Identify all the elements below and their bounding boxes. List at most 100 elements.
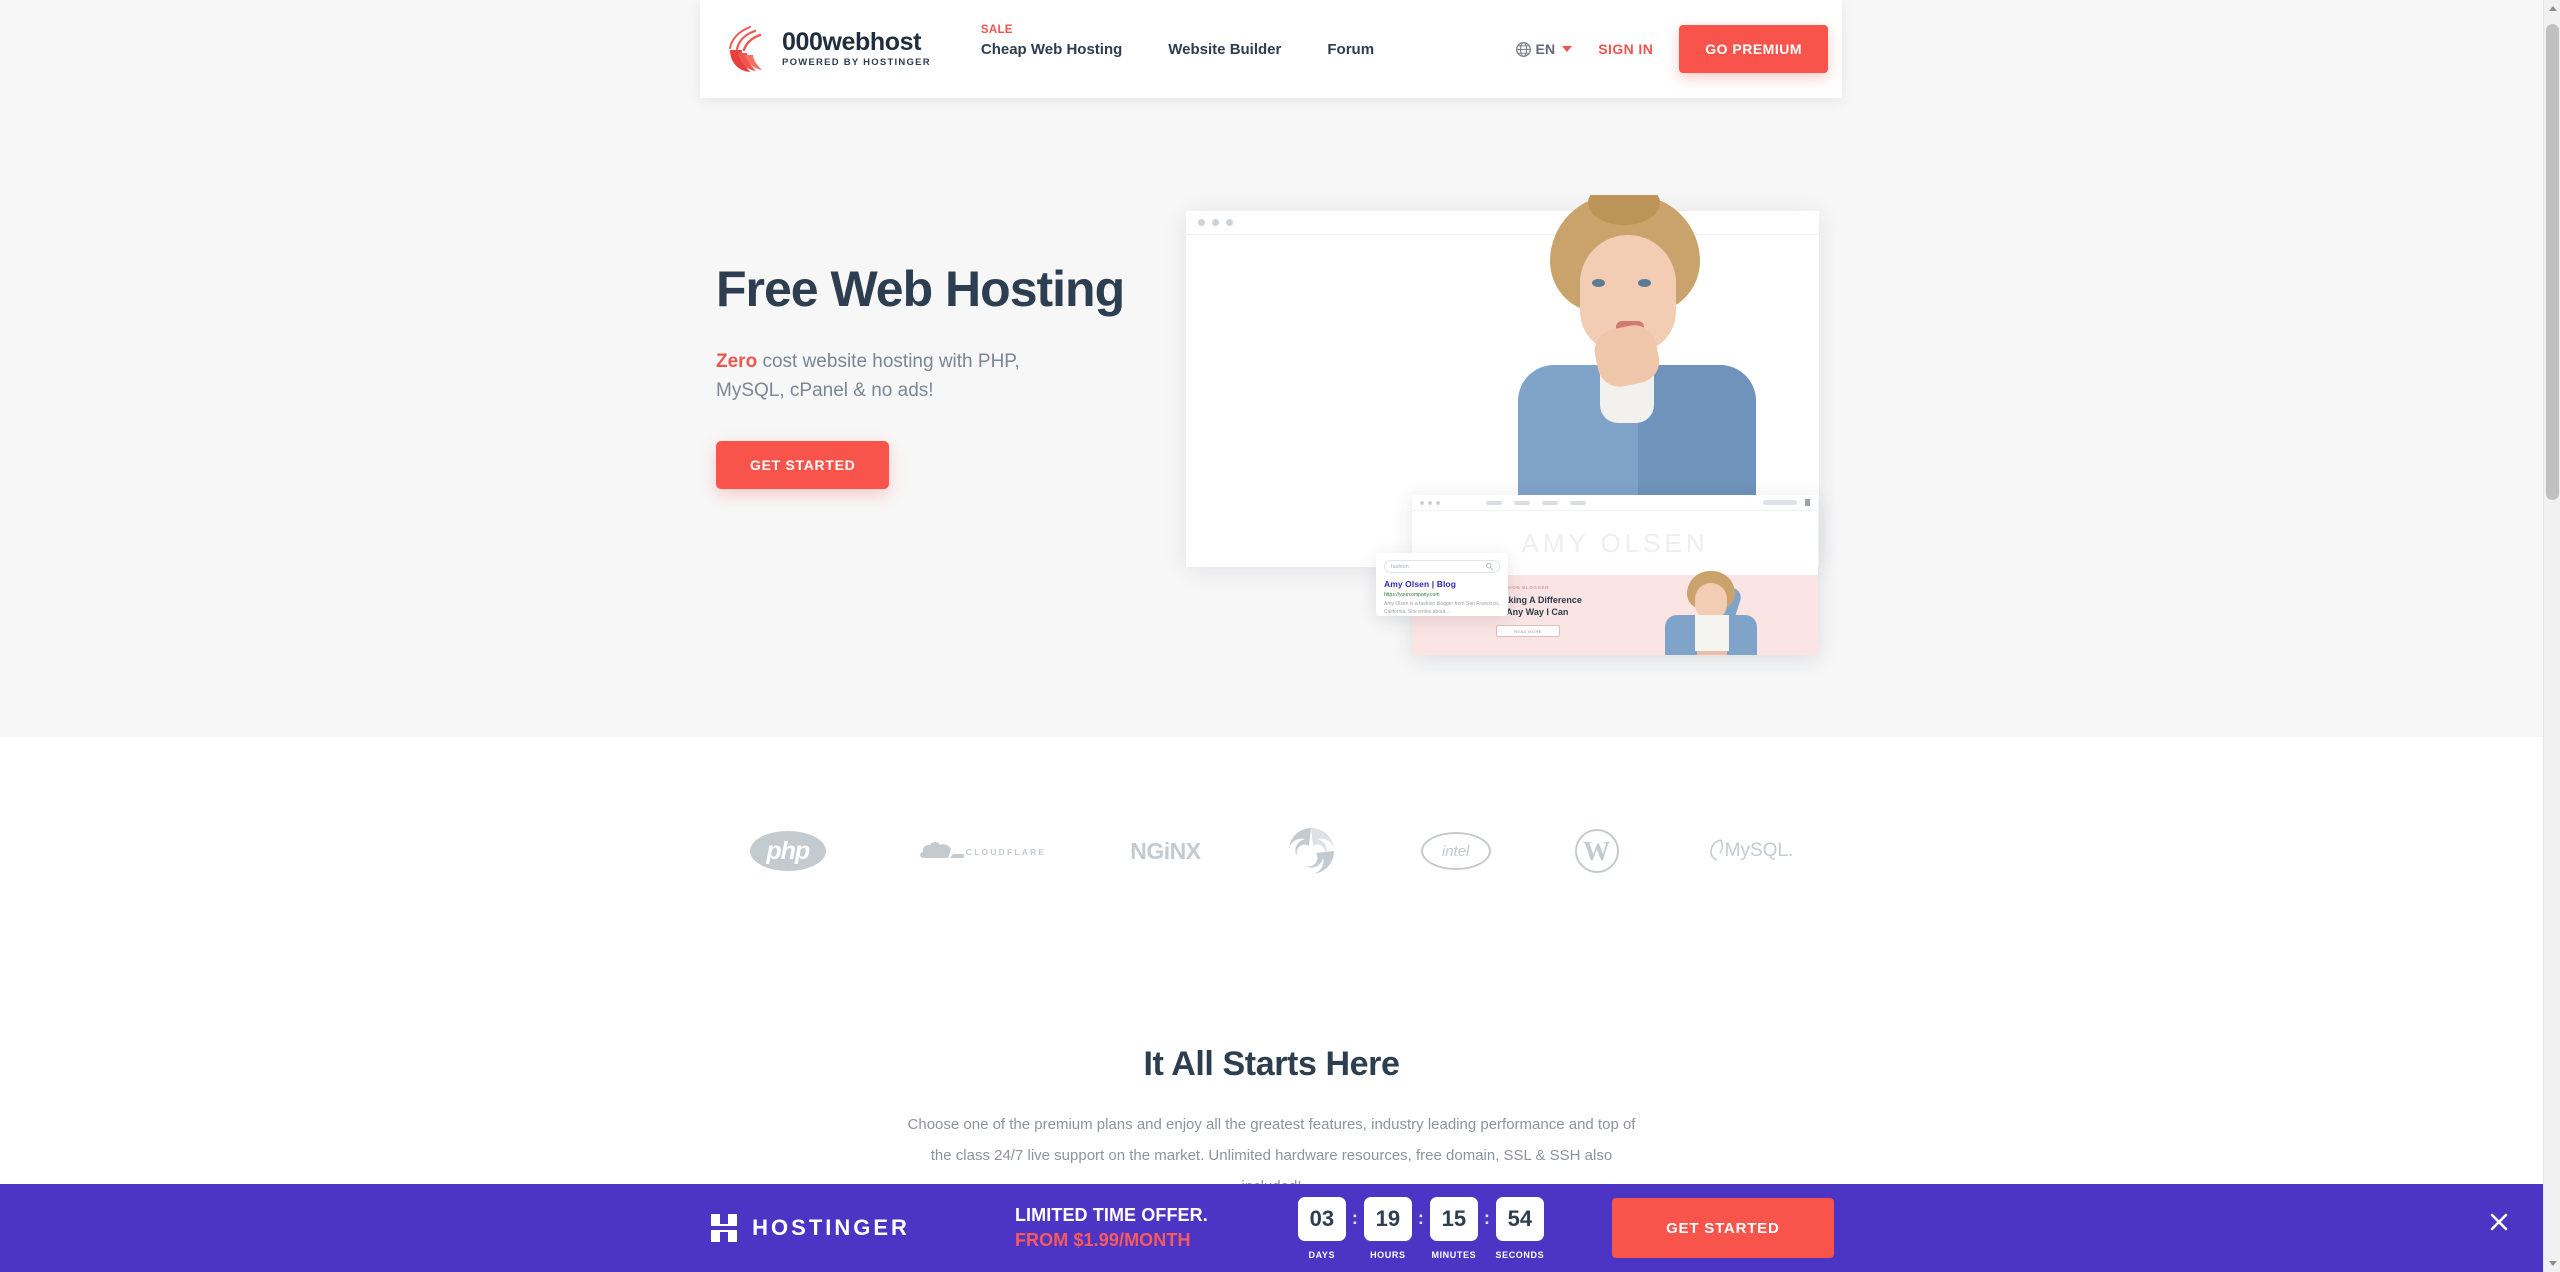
countdown-value-hours: 19 — [1363, 1196, 1412, 1241]
nav-sale-badge: SALE — [980, 23, 1013, 36]
nav-pill — [1542, 500, 1558, 505]
main-navigation: SALE Cheap Web Hosting Website Builder F… — [980, 24, 1374, 58]
hero-model-photo — [1488, 195, 1756, 500]
close-icon[interactable] — [2487, 1210, 2511, 1234]
starts-here-title: It All Starts Here — [1143, 1045, 1400, 1083]
blog-mockup-model-photo — [1657, 567, 1765, 655]
countdown-label-seconds: SECONDS — [1495, 1249, 1545, 1260]
brand-logo-mysql: MySQL. — [1703, 820, 1794, 882]
window-dot-icon — [1226, 219, 1233, 226]
intel-icon: intel — [1420, 832, 1491, 870]
search-result-title[interactable]: Amy Olsen | Blog — [1384, 579, 1500, 589]
brand-logo-intel: intel — [1420, 820, 1491, 882]
brand-logo-nginx: NGiNX — [1130, 820, 1201, 882]
countdown-value-days: 03 — [1297, 1196, 1346, 1241]
logo-name: 000webhost — [782, 28, 922, 57]
hero-title: Free Web Hosting — [716, 261, 1125, 317]
countdown-unit-days: 03 DAYS — [1292, 1196, 1352, 1260]
sign-in-link[interactable]: SIGN IN — [1598, 41, 1653, 57]
nav-item-label: Forum — [1327, 40, 1375, 58]
promo-banner-content: HOSTINGER LIMITED TIME OFFER. FROM $1.99… — [709, 1196, 1834, 1260]
hostinger-logo[interactable]: HOSTINGER — [709, 1212, 910, 1244]
globe-icon — [1516, 41, 1532, 57]
window-dot-icon — [1420, 500, 1424, 505]
countdown-label-hours: HOURS — [1370, 1249, 1406, 1260]
nav-item-label: Cheap Web Hosting — [980, 40, 1123, 58]
model-eye-right — [1638, 279, 1651, 287]
countdown-value-minutes: 15 — [1429, 1196, 1478, 1241]
nav-item-forum[interactable]: Forum — [1327, 41, 1374, 58]
model-eye-left — [1592, 279, 1605, 287]
hero-subtitle: Zero cost website hosting with PHP, MySQ… — [716, 348, 1026, 406]
wordpress-icon: W — [1574, 829, 1619, 873]
model-jacket-shadow — [1638, 365, 1756, 500]
blog-mockup-titlebar — [1412, 495, 1818, 511]
countdown-unit-seconds: 54 SECONDS — [1490, 1196, 1550, 1260]
countdown-separator: : — [1483, 1207, 1490, 1228]
logo-tagline: POWERED BY HOSTINGER — [782, 57, 931, 69]
nav-item-label: Website Builder — [1168, 40, 1282, 58]
promo-banner: HOSTINGER LIMITED TIME OFFER. FROM $1.99… — [0, 1184, 2543, 1272]
nav-pill — [1570, 500, 1586, 505]
search-input[interactable]: fashion — [1384, 560, 1500, 573]
site-logo[interactable]: 000webhost POWERED BY HOSTINGER — [724, 24, 931, 74]
php-icon: php — [749, 831, 826, 871]
technology-logos: php CLOUDFLARE NGiNX intel W MySQL. — [0, 820, 2543, 882]
mysql-dolphin-icon — [1709, 839, 1723, 861]
countdown-separator: : — [1351, 1207, 1358, 1228]
brand-logo-wordpress: W — [1574, 820, 1619, 882]
scrollbar-up-button[interactable] — [2544, 0, 2560, 17]
nginx-icon: NGiNX — [1130, 837, 1201, 864]
countdown-value-seconds: 54 — [1495, 1196, 1544, 1241]
search-input-value: fashion — [1391, 563, 1409, 570]
model2-face — [1695, 583, 1727, 619]
search-result-card: fashion Amy Olsen | Blog https://yourcom… — [1376, 553, 1508, 616]
window-dot-icon — [1436, 500, 1440, 505]
brand-logo-litespeed — [1285, 820, 1337, 882]
promo-offer-line1: LIMITED TIME OFFER. — [1014, 1205, 1208, 1226]
promo-get-started-button[interactable]: GET STARTED — [1611, 1198, 1834, 1258]
language-selector[interactable]: EN — [1515, 41, 1573, 58]
mysql-label: MySQL. — [1724, 840, 1794, 861]
hero-subtitle-accent: Zero — [716, 351, 758, 372]
promo-offer-line2: FROM $1.99/MONTH — [1014, 1230, 1191, 1250]
promo-offer-text: LIMITED TIME OFFER. FROM $1.99/MONTH — [1015, 1203, 1208, 1253]
countdown-separator: : — [1417, 1207, 1424, 1228]
blog-mockup-title: AMY OLSEN — [1521, 527, 1709, 558]
countdown-timer: 03 DAYS : 19 HOURS : 15 MINUTES : 54 SEC… — [1292, 1196, 1550, 1260]
language-label: EN — [1535, 41, 1556, 57]
scrollbar-down-button[interactable] — [2544, 1255, 2560, 1272]
countdown-label-days: DAYS — [1308, 1249, 1336, 1260]
hero-copy: Free Web Hosting Zero cost website hosti… — [716, 262, 1186, 489]
brand-logo-cloudflare: CLOUDFLARE — [910, 820, 1047, 882]
countdown-unit-minutes: 15 MINUTES — [1424, 1196, 1484, 1260]
go-premium-button[interactable]: GO PREMIUM — [1679, 25, 1828, 73]
nav-item-website-builder[interactable]: Website Builder — [1168, 41, 1281, 58]
chevron-up-icon — [2548, 6, 2557, 11]
model2-midriff — [1697, 651, 1727, 655]
scrollbar-thumb[interactable] — [2546, 24, 2559, 500]
blog-mockup-nav-right — [1763, 499, 1810, 506]
cloudflare-label: CLOUDFLARE — [965, 847, 1047, 857]
logo-text-block: 000webhost POWERED BY HOSTINGER — [782, 30, 931, 68]
nav-pill — [1514, 500, 1530, 505]
page-scrollbar[interactable] — [2543, 0, 2560, 1272]
search-result-url: https://yourcompany.com — [1384, 592, 1440, 598]
hostinger-h-icon — [711, 1214, 738, 1242]
header-actions: EN SIGN IN GO PREMIUM — [1515, 25, 1842, 73]
model2-crop-top — [1695, 615, 1729, 651]
window-dot-icon — [1212, 219, 1219, 226]
cart-icon — [1805, 499, 1810, 506]
window-dot-icon — [1198, 219, 1205, 226]
hostinger-wordmark: HOSTINGER — [752, 1215, 910, 1240]
blog-mockup-nav — [1486, 500, 1586, 505]
cloudflare-icon — [919, 842, 964, 858]
blog-mockup-read-more-button: READ MORE — [1496, 625, 1560, 638]
swirl-logo-icon — [729, 26, 762, 72]
search-result-description: Amy Olsen is a fashion blogger from San … — [1384, 601, 1500, 615]
countdown-unit-hours: 19 HOURS — [1358, 1196, 1418, 1260]
nav-item-cheap-web-hosting[interactable]: SALE Cheap Web Hosting — [980, 24, 1123, 58]
hero-get-started-button[interactable]: GET STARTED — [716, 440, 890, 489]
nav-pill — [1486, 500, 1502, 505]
hero-subtitle-rest: cost website hosting with PHP, MySQL, cP… — [716, 351, 1020, 401]
